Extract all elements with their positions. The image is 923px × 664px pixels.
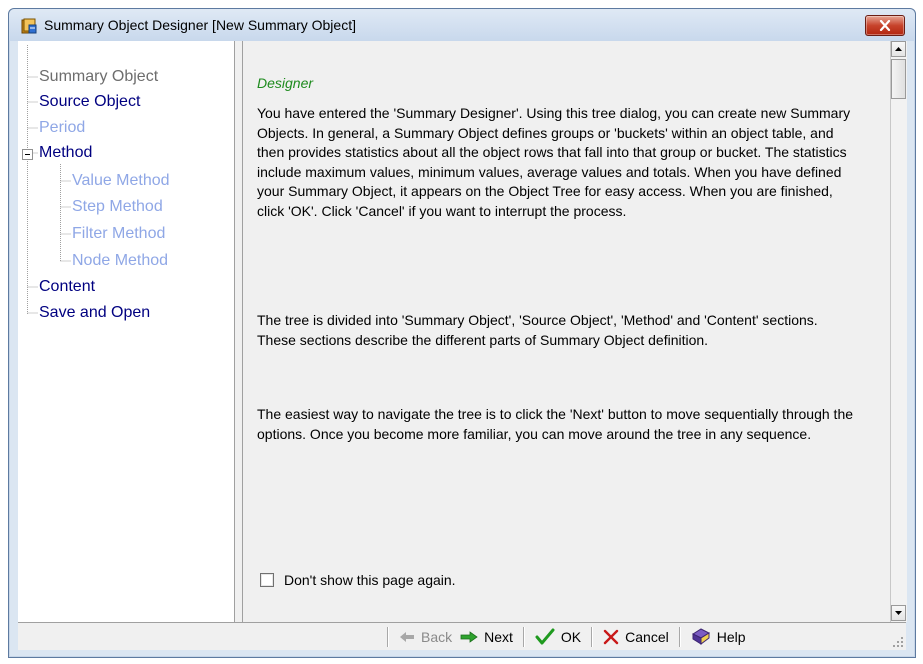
- close-icon: [879, 20, 891, 31]
- scroll-down-button[interactable]: [891, 605, 906, 621]
- arrow-up-icon: [895, 47, 902, 51]
- tree-item-summary-object[interactable]: Summary Object: [39, 67, 158, 87]
- sections-paragraph: The tree is divided into 'Summary Object…: [257, 312, 818, 348]
- button-bar: Back Next OK Cancel Help: [18, 622, 906, 650]
- minus-icon: [25, 154, 30, 155]
- toolbar-separator: [591, 626, 594, 647]
- ok-label: OK: [560, 628, 582, 645]
- arrow-right-icon: [460, 630, 478, 643]
- tree-item-value-method[interactable]: Value Method: [72, 171, 170, 191]
- dialog-client: Summary Object Source Object Period Meth…: [18, 41, 907, 650]
- wizard-toolbar: Back Next OK Cancel Help: [381, 623, 750, 650]
- resize-grip-icon[interactable]: [892, 636, 904, 648]
- tree-expander-method[interactable]: [22, 149, 33, 160]
- tree-item-source-object[interactable]: Source Object: [39, 92, 140, 112]
- toolbar-separator: [387, 626, 389, 647]
- close-button[interactable]: [865, 15, 905, 36]
- dont-show-again-row[interactable]: Don't show this page again.: [260, 572, 456, 588]
- dont-show-again-checkbox[interactable]: [260, 573, 274, 587]
- tree-item-node-method[interactable]: Node Method: [72, 251, 168, 271]
- x-icon: [603, 629, 619, 644]
- book-icon: [20, 17, 38, 35]
- tree-item-filter-method[interactable]: Filter Method: [72, 224, 165, 244]
- ok-button[interactable]: OK: [531, 628, 585, 646]
- navigation-paragraph: The easiest way to navigate the tree is …: [257, 406, 854, 442]
- checkmark-icon: [535, 628, 555, 644]
- dont-show-again-label[interactable]: Don't show this page again.: [284, 572, 456, 588]
- content-pane: Designer You have entered the 'Summary D…: [243, 41, 889, 622]
- help-button[interactable]: Help: [687, 627, 750, 646]
- vertical-scrollbar[interactable]: [890, 41, 907, 622]
- navigation-tree: Summary Object Source Object Period Meth…: [18, 41, 235, 622]
- section-title: Designer: [257, 75, 314, 91]
- intro-paragraph: You have entered the 'Summary Designer'.…: [257, 105, 851, 219]
- toolbar-separator: [522, 626, 525, 647]
- tree-item-content[interactable]: Content: [39, 277, 95, 297]
- window-title: Summary Object Designer [New Summary Obj…: [44, 17, 356, 33]
- scroll-up-button[interactable]: [891, 41, 906, 57]
- next-button[interactable]: Next: [456, 629, 517, 645]
- dialog-window: Summary Object Designer [New Summary Obj…: [8, 8, 916, 658]
- help-book-icon: [691, 627, 710, 645]
- tree-item-period[interactable]: Period: [39, 118, 85, 138]
- pane-splitter[interactable]: [235, 41, 243, 622]
- arrow-down-icon: [895, 611, 902, 615]
- back-label: Back: [421, 628, 453, 645]
- tree-item-method[interactable]: Method: [39, 143, 92, 163]
- cancel-button[interactable]: Cancel: [599, 629, 673, 645]
- help-label: Help: [716, 628, 746, 645]
- tree-item-save-and-open[interactable]: Save and Open: [39, 303, 150, 323]
- tree-item-step-method[interactable]: Step Method: [72, 197, 163, 217]
- back-button[interactable]: Back: [395, 629, 456, 645]
- arrow-left-icon: [400, 631, 414, 642]
- title-bar[interactable]: Summary Object Designer [New Summary Obj…: [9, 9, 915, 41]
- toolbar-separator: [678, 626, 681, 647]
- next-label: Next: [484, 628, 513, 645]
- cancel-label: Cancel: [625, 628, 669, 645]
- scroll-thumb[interactable]: [891, 59, 906, 99]
